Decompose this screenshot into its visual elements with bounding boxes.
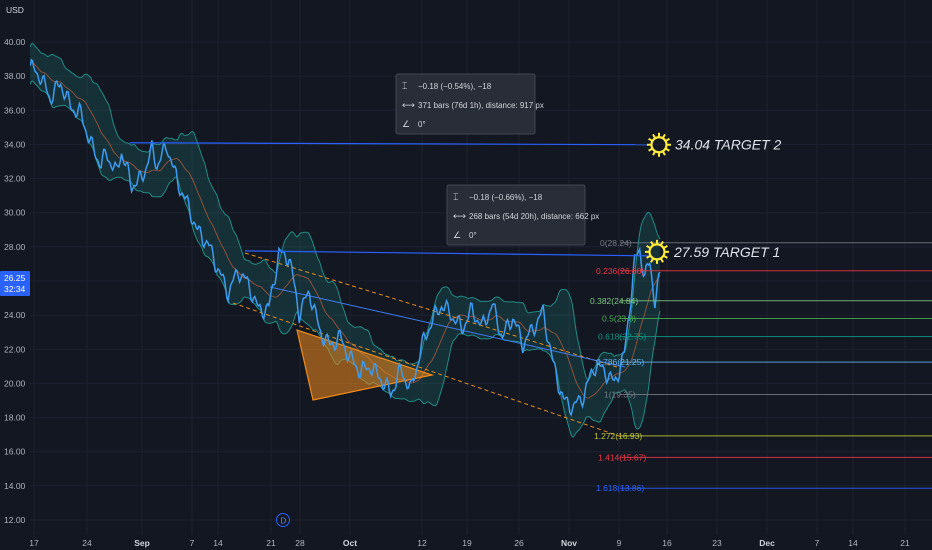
measure-line: −0.18 (−0.54%), −18 [418, 82, 492, 91]
x-tick-label: Dec [759, 538, 775, 548]
measure-line: 268 bars (54d 20h), distance: 662 px [469, 212, 599, 221]
y-tick-label: 30.00 [4, 208, 26, 218]
measure-icon: ⟷ [453, 212, 466, 222]
measure-icon: ∠ [453, 231, 461, 241]
y-tick-label: 20.00 [4, 378, 26, 388]
fib-level-label: 1(19.35) [604, 390, 636, 400]
x-tick-label: 23 [712, 538, 722, 548]
x-tick-label: 7 [190, 538, 195, 548]
measure-line: −0.18 (−0.66%), −18 [469, 193, 543, 202]
x-tick-label: 26 [514, 538, 524, 548]
y-tick-label: 16.00 [4, 447, 26, 457]
fib-level-label: 1.414(15.67) [598, 452, 646, 462]
fib-level-label: 0(28.24) [600, 238, 632, 248]
dividend-marker[interactable]: D [276, 513, 290, 527]
x-tick-label: Nov [561, 538, 577, 548]
x-tick-label: 16 [662, 538, 672, 548]
x-axis[interactable]: 17 24 Sep 7 14 21 28 Oct 12 19 26 Nov 9 16 23 Dec 7 14 21 [0, 535, 932, 550]
x-tick-label: Sep [134, 538, 150, 548]
x-tick-label: 14 [848, 538, 858, 548]
y-tick-label: 18.00 [4, 413, 26, 423]
fib-level-label: 0.5(23.8) [602, 314, 636, 324]
y-tick-label: 22.00 [4, 344, 26, 354]
x-tick-label: 12 [417, 538, 427, 548]
y-tick-label: 12.00 [4, 515, 26, 525]
x-tick-label: 21 [266, 538, 276, 548]
x-tick-label: 14 [213, 538, 223, 548]
measure-box: ⌶ −0.18 (−0.54%), −18 ⟷ 371 bars (76d 1h), … [395, 73, 544, 135]
measure-box: ⌶ −0.18 (−0.66%), −18 ⟷ 268 bars (54d 20h),… [446, 184, 599, 246]
x-tick-label: 28 [295, 538, 305, 548]
measure-line: 0° [469, 231, 477, 240]
y-tick-label: 24.00 [4, 310, 26, 320]
x-tick-label: Oct [343, 538, 357, 548]
price-badge-countdown: 32:34 [4, 284, 26, 294]
fib-level-label: 0.382(24.84) [590, 296, 638, 306]
x-tick-label: 21 [900, 538, 910, 548]
y-tick-label: 28.00 [4, 242, 26, 252]
fib-level-label: 1.272(16.93) [594, 431, 642, 441]
y-tick-label: 14.00 [4, 481, 26, 491]
measure-line: 0° [418, 120, 426, 129]
y-tick-label: 34.00 [4, 139, 26, 149]
y-axis[interactable]: USD 40.00 38.00 36.00 34.00 32.00 30.00 28.00 26… [0, 0, 30, 550]
x-tick-label: 24 [82, 538, 92, 548]
y-tick-label: 40.00 [4, 37, 26, 47]
target2-label: 34.04 TARGET 2 [675, 137, 782, 153]
y-tick-label: 32.00 [4, 174, 26, 184]
dividend-letter[interactable]: D [281, 517, 287, 526]
x-tick-label: 9 [617, 538, 622, 548]
fib-level-label: 0.618(22.75) [598, 331, 646, 341]
measure-icon: ⟷ [402, 101, 415, 111]
x-tick-label: 7 [815, 538, 820, 548]
fib-level-label: 0.236(26.60) [596, 266, 644, 276]
fib-level-label: 1.618(13.86) [596, 483, 644, 493]
y-tick-label: 38.00 [4, 71, 26, 81]
price-badge-value: 26.25 [4, 273, 26, 283]
chart-canvas[interactable]: D 0(28.24) 0.236(26.60) 0.382(24.84) 0.5(23… [0, 0, 932, 550]
fib-level-label: 0.786(21.25) [596, 357, 644, 367]
measure-icon: ∠ [402, 120, 410, 130]
target1-label: 27.59 TARGET 1 [673, 244, 780, 260]
measure-line: 371 bars (76d 1h), distance: 917 px [418, 101, 544, 110]
price-badge[interactable]: 26.2532:34 [0, 271, 30, 296]
currency-label: USD [6, 5, 24, 15]
measure-icon: ⌶ [402, 82, 407, 92]
x-tick-label: 19 [462, 538, 472, 548]
y-tick-label: 36.00 [4, 105, 26, 115]
measure-icon: ⌶ [453, 193, 458, 203]
x-tick-label: 17 [29, 538, 39, 548]
